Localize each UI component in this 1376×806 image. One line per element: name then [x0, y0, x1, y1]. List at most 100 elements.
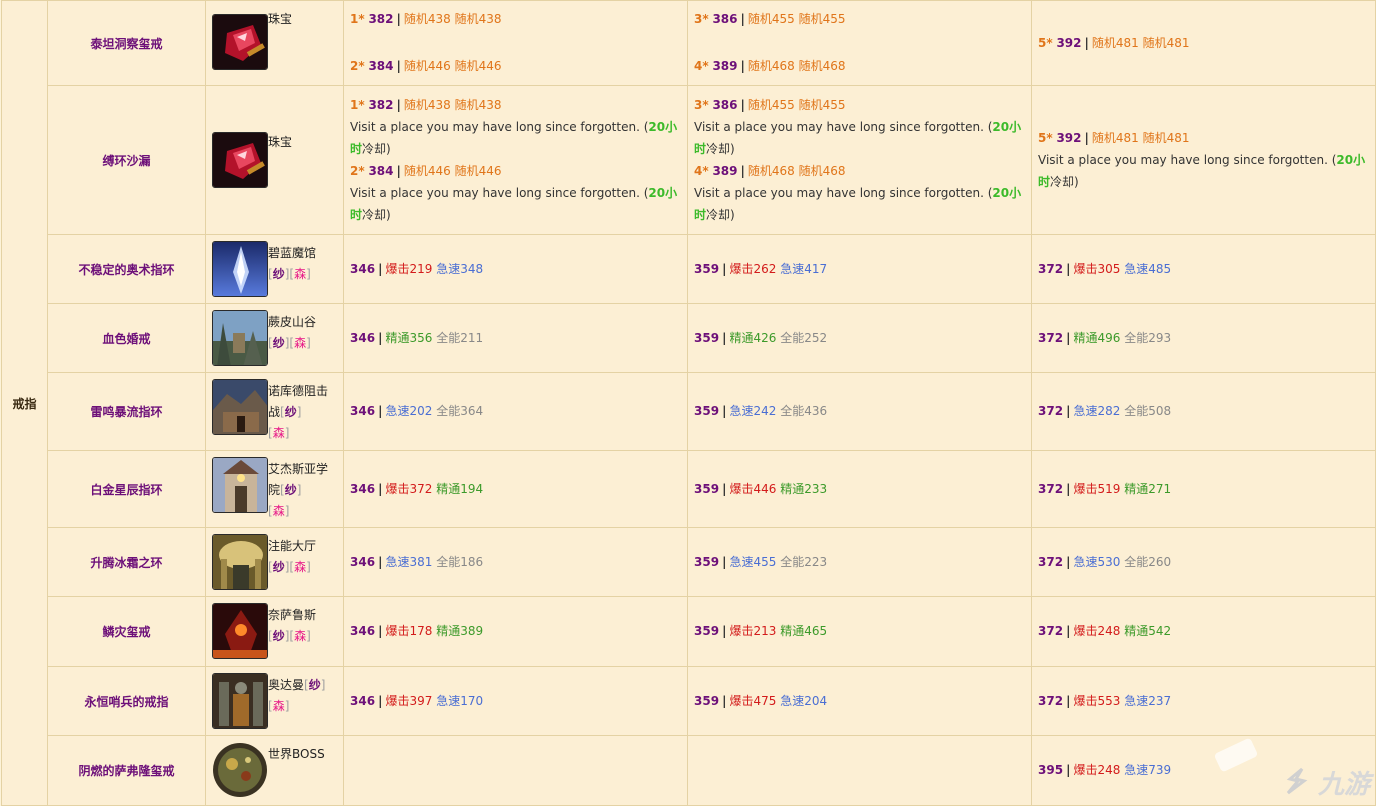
azure-vault-icon — [212, 241, 268, 297]
source-cell: 世界BOSS — [205, 735, 344, 806]
brackenhide-icon — [212, 310, 268, 366]
item-link[interactable]: 升腾冰霜之环 — [90, 556, 162, 570]
item-name[interactable]: 白金星辰指环 — [47, 450, 206, 528]
tag-sha[interactable]: [纱] — [280, 405, 301, 419]
stat-cell-tier2: 359 | 爆击213 精通465 — [687, 596, 1032, 667]
tag-sen[interactable]: [森] — [268, 504, 289, 518]
stat-cell-tier1: 346 | 爆击372 精通194 — [343, 450, 688, 528]
stat-cell-tier2: 359 | 精通426 全能252 — [687, 303, 1032, 373]
table-row: 升腾冰霜之环 注能大厅 [纱][森] 346 | 急速381 全能186 359 | 急… — [2, 527, 1376, 597]
item-name[interactable]: 缚环沙漏 — [47, 85, 206, 235]
item-name[interactable]: 不稳定的奥术指环 — [47, 234, 206, 304]
watermark-text: 九游 — [1317, 770, 1370, 800]
source-cell: 珠宝 — [205, 85, 344, 235]
source-text: 注能大厅 [纱][森] — [268, 539, 317, 574]
stat-cell-tier2: 359 | 爆击262 急速417 — [687, 234, 1032, 304]
item-name[interactable]: 永恒哨兵的戒指 — [47, 666, 206, 736]
stat-cell-tier2: 359 | 爆击446 精通233 — [687, 450, 1032, 528]
stat-cell-tier1: 346 | 精通356 全能211 — [343, 303, 688, 373]
source-text: 珠宝 — [268, 135, 293, 149]
item-name[interactable]: 升腾冰霜之环 — [47, 527, 206, 597]
source-cell: 奥达曼[纱] [森] — [205, 666, 344, 736]
ruby-jewel-icon — [212, 14, 268, 70]
source-cell: 艾杰斯亚学 院[纱] [森] — [205, 450, 344, 528]
halls-infusion-icon — [212, 534, 268, 590]
tag-sha[interactable]: [纱] — [268, 336, 289, 350]
item-link[interactable]: 鳞灾玺戒 — [102, 625, 150, 639]
table-row: 永恒哨兵的戒指 奥达曼[纱] [森] 346 | 爆击397 急速170 359 | 爆… — [2, 666, 1376, 736]
tag-sha[interactable]: [纱] — [304, 678, 325, 692]
item-name[interactable]: 雷鸣暴流指环 — [47, 372, 206, 451]
tag-sen[interactable]: [森] — [289, 629, 310, 643]
stat-cell-tier2: 3* 386 | 随机455 随机455 4* 389 | 随机468 随机468 — [687, 0, 1032, 86]
stat-cell-tier1: 1* 382 | 随机438 随机438 2* 384 | 随机446 随机446 — [343, 0, 688, 86]
table-row: 血色婚戒 蕨皮山谷 [纱][森] 346 | 精通356 全能211 359 | 精通4… — [2, 303, 1376, 373]
table-row: 白金星辰指环 艾杰斯亚学 院[纱] [森] 346 | 爆击372 精通194 35… — [2, 450, 1376, 528]
stat-cell-tier3: 372 | 爆击519 精通271 — [1031, 450, 1376, 528]
source-text: 珠宝 — [268, 12, 293, 26]
stat-cell-tier1: 346 | 爆击397 急速170 — [343, 666, 688, 736]
stat-cell-tier2: 3* 386 | 随机455 随机455 Visit a place you may… — [687, 85, 1032, 235]
source-cell: 诺库德阻击 战[纱] [森] — [205, 372, 344, 451]
effect-text: Visit a place you may have long since fo… — [694, 186, 1022, 222]
stat-cell-tier1: 1* 382 | 随机438 随机438 Visit a place you may… — [343, 85, 688, 235]
world-boss-icon — [212, 742, 268, 798]
item-link[interactable]: 雷鸣暴流指环 — [90, 405, 162, 419]
stat-cell-tier3: 372 | 急速282 全能508 — [1031, 372, 1376, 451]
stat-cell-tier1 — [343, 735, 688, 806]
academy-icon — [212, 457, 268, 513]
table-row: 鳞灾玺戒 奈萨鲁斯 [纱][森] 346 | 爆击178 精通389 359 | 爆击2… — [2, 596, 1376, 667]
source-text: 蕨皮山谷 [纱][森] — [268, 315, 317, 350]
tag-sen[interactable]: [森] — [268, 699, 289, 713]
stat-cell-tier1: 346 | 爆击178 精通389 — [343, 596, 688, 667]
tag-sha[interactable]: [纱] — [268, 267, 289, 281]
table-row: 雷鸣暴流指环 诺库德阻击 战[纱] [森] 346 | 急速202 全能364 35… — [2, 372, 1376, 451]
uldaman-icon — [212, 673, 268, 729]
item-name[interactable]: 血色婚戒 — [47, 303, 206, 373]
source-cell: 注能大厅 [纱][森] — [205, 527, 344, 597]
jiuyou-logo-icon — [1280, 765, 1312, 797]
item-link[interactable]: 不稳定的奥术指环 — [78, 263, 174, 277]
tag-sha[interactable]: [纱] — [280, 483, 301, 497]
item-name[interactable]: 鳞灾玺戒 — [47, 596, 206, 667]
item-link[interactable]: 阴燃的萨弗隆玺戒 — [78, 764, 174, 778]
tag-sha[interactable]: [纱] — [268, 560, 289, 574]
stat-cell-tier2: 359 | 急速242 全能436 — [687, 372, 1032, 451]
stat-cell-tier1: 346 | 急速381 全能186 — [343, 527, 688, 597]
table-row: 阴燃的萨弗隆玺戒 世界BOSS 395 | 爆击248 急速739 — [2, 735, 1376, 806]
source-cell: 碧蓝魔馆 [纱][森] — [205, 234, 344, 304]
stat-cell-tier1: 346 | 爆击219 急速348 — [343, 234, 688, 304]
neltharus-icon — [212, 603, 268, 659]
item-link[interactable]: 血色婚戒 — [102, 332, 150, 346]
stat-cell-tier3: 372 | 精通496 全能293 — [1031, 303, 1376, 373]
category-cell: 戒指 — [1, 0, 48, 806]
stat-cell-tier2 — [687, 735, 1032, 806]
item-name[interactable]: 阴燃的萨弗隆玺戒 — [47, 735, 206, 806]
tag-sen[interactable]: [森] — [289, 267, 310, 281]
nokhud-icon — [212, 379, 268, 435]
source-text: 艾杰斯亚学 院[纱] [森] — [268, 462, 329, 518]
table-row: 缚环沙漏 珠宝 1* 382 | 随机438 随机438 Visit a place… — [2, 85, 1376, 235]
stat-cell-tier3: 5* 392 | 随机481 随机481 — [1031, 0, 1376, 86]
table-row: 戒指 泰坦洞察玺戒 珠宝 1* 382 | 随机438 随机438 2* 384 | 随… — [1, 0, 1376, 806]
tag-sen[interactable]: [森] — [268, 426, 289, 440]
ruby-jewel-icon — [212, 132, 268, 188]
stat-cell-tier3: 372 | 爆击248 精通542 — [1031, 596, 1376, 667]
tag-sen[interactable]: [森] — [289, 336, 310, 350]
table-row: 不稳定的奥术指环 碧蓝魔馆 [纱][森] 346 | 爆击219 急速348 359… — [2, 234, 1376, 304]
source-cell: 蕨皮山谷 [纱][森] — [205, 303, 344, 373]
source-text: 奥达曼[纱] [森] — [268, 678, 326, 713]
item-link[interactable]: 缚环沙漏 — [102, 154, 150, 168]
item-link[interactable]: 永恒哨兵的戒指 — [84, 695, 168, 709]
item-link[interactable]: 白金星辰指环 — [90, 483, 162, 497]
category-label: 戒指 — [12, 396, 37, 411]
tag-sen[interactable]: [森] — [289, 560, 310, 574]
source-cell: 珠宝 — [205, 0, 344, 86]
source-text: 奈萨鲁斯 [纱][森] — [268, 608, 317, 643]
tag-sha[interactable]: [纱] — [268, 629, 289, 643]
item-name[interactable]: 泰坦洞察玺戒 — [47, 0, 206, 86]
item-link[interactable]: 泰坦洞察玺戒 — [90, 37, 162, 51]
stat-cell-tier3: 372 | 爆击553 急速237 — [1031, 666, 1376, 736]
effect-text: Visit a place you may have long since fo… — [350, 120, 678, 156]
source-text: 碧蓝魔馆 [纱][森] — [268, 246, 317, 281]
